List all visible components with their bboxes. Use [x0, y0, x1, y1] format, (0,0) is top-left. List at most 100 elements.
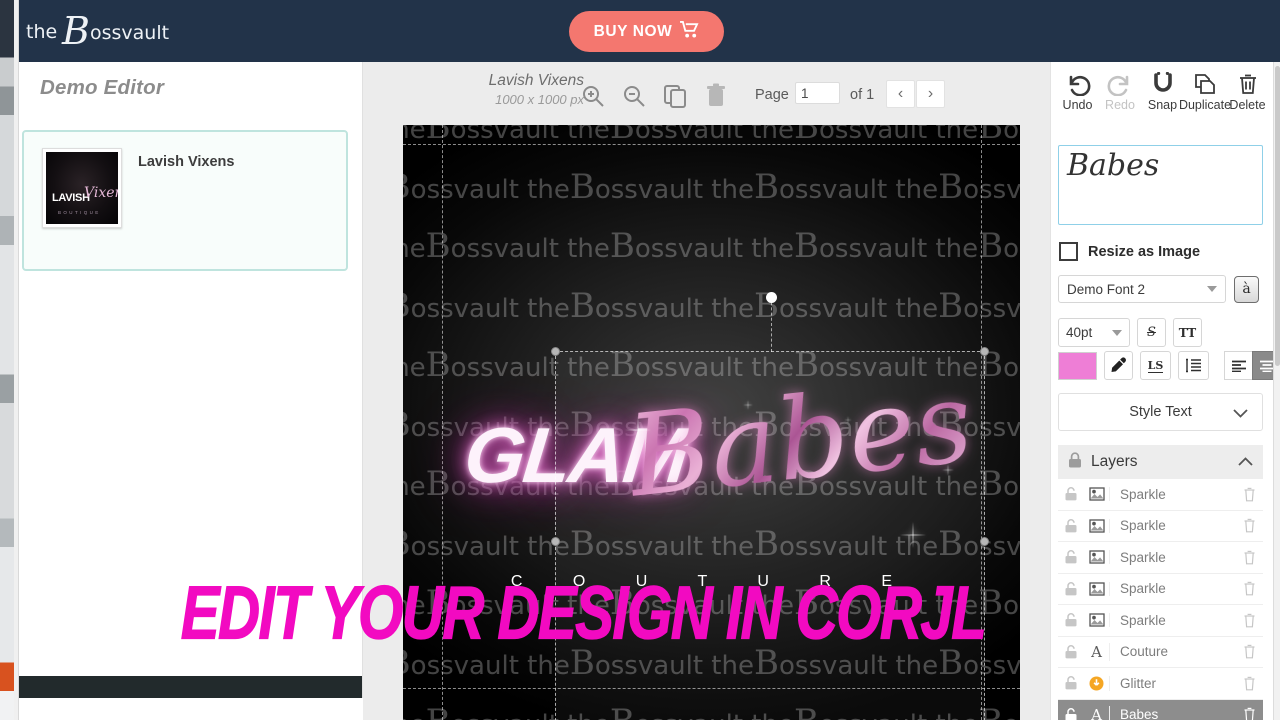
svg-text:B: B [61, 10, 90, 52]
layer-lock-icon[interactable] [1058, 676, 1084, 690]
layer-delete-icon[interactable] [1235, 550, 1263, 565]
document-dimensions: 1000 x 1000 px [495, 92, 584, 107]
layer-delete-icon[interactable] [1235, 613, 1263, 628]
lock-icon [1068, 451, 1082, 473]
layers-header[interactable]: Layers [1058, 445, 1263, 479]
layer-row[interactable]: A Babes [1058, 699, 1263, 720]
layer-name: Sparkle [1120, 612, 1166, 628]
uppercase-label: TT [1178, 325, 1197, 340]
layer-lock-icon[interactable] [1058, 550, 1084, 564]
layer-delete-icon[interactable] [1235, 518, 1263, 533]
resize-handle-tl[interactable] [551, 347, 560, 356]
zoom-out-icon[interactable] [620, 82, 648, 110]
thumbnail-sub-text: BOUTIQUE [58, 210, 101, 215]
eyedropper-icon[interactable] [1104, 351, 1133, 380]
page-scrollbar-thumb[interactable] [1275, 66, 1280, 366]
prev-page-button[interactable]: ‹ [886, 80, 915, 108]
strikethrough-label: S [1147, 325, 1156, 340]
svg-text:ossvault: ossvault [90, 22, 169, 44]
align-left-icon[interactable] [1224, 351, 1253, 380]
page-scrollbar[interactable] [1273, 62, 1280, 720]
buy-now-button[interactable]: BUY NOW [569, 11, 724, 52]
text-color-swatch[interactable] [1058, 351, 1097, 380]
layer-name: Sparkle [1120, 486, 1166, 502]
rotate-handle[interactable] [766, 292, 777, 303]
copy-icon[interactable] [661, 82, 689, 110]
style-text-label: Style Text [1129, 404, 1192, 420]
left-panel-footer-bar [19, 676, 362, 698]
shopping-cart-icon [680, 21, 699, 42]
font-family-select[interactable]: Demo Font 2 [1058, 275, 1226, 303]
adjacent-window-sliver-edge [14, 0, 19, 720]
layer-name: Sparkle [1120, 518, 1166, 534]
chevron-down-icon [1233, 406, 1248, 422]
trash-icon[interactable] [702, 82, 730, 110]
font-size-row: 40pt S TT [1058, 318, 1202, 347]
delete-button[interactable]: Delete [1227, 72, 1268, 112]
resize-as-image-checkbox[interactable] [1059, 242, 1078, 261]
resize-handle-tr[interactable] [980, 347, 989, 356]
letter-spacing-button[interactable]: LS [1140, 351, 1171, 380]
layer-row[interactable]: Sparkle [1058, 510, 1263, 542]
duplicate-button[interactable]: Duplicate [1179, 72, 1231, 112]
resize-as-image-row[interactable]: Resize as Image [1059, 242, 1200, 261]
duplicate-label: Duplicate [1178, 98, 1232, 112]
font-size-select[interactable]: 40pt [1058, 318, 1130, 347]
layer-lock-icon[interactable] [1058, 518, 1084, 533]
strikethrough-button[interactable]: S [1137, 318, 1166, 347]
resize-as-image-label: Resize as Image [1088, 243, 1201, 260]
layer-type-icon [1084, 487, 1110, 502]
layer-row[interactable]: Sparkle [1058, 605, 1263, 637]
canvas-toolbar: Lavish Vixens 1000 x 1000 px Page 1 of 1… [363, 62, 1050, 124]
zoom-in-icon[interactable] [579, 82, 607, 110]
layers-title: Layers [1091, 453, 1138, 470]
layer-delete-icon[interactable] [1235, 676, 1263, 691]
brand-logo[interactable]: the B ossvault [24, 10, 194, 52]
layer-lock-icon[interactable] [1058, 487, 1084, 501]
font-book-icon[interactable]: à [1234, 275, 1259, 303]
layer-row[interactable]: Sparkle [1058, 542, 1263, 574]
design-thumbnail: LAVISH Vixens BOUTIQUE [42, 148, 122, 228]
redo-label: Redo [1105, 98, 1135, 112]
resize-handle-ml[interactable] [551, 537, 560, 546]
layer-row[interactable]: Sparkle [1058, 573, 1263, 605]
layer-type-icon [1084, 613, 1110, 628]
chevron-down-icon [1207, 286, 1217, 292]
style-text-accordion[interactable]: Style Text [1058, 393, 1263, 431]
layer-delete-icon[interactable] [1235, 644, 1263, 659]
snap-label: Snap [1147, 98, 1178, 112]
layer-type-icon: A [1084, 705, 1110, 720]
layer-type-icon [1084, 550, 1110, 565]
layer-name: Sparkle [1120, 581, 1166, 597]
layer-lock-icon[interactable] [1058, 707, 1084, 720]
snap-button[interactable]: Snap [1142, 72, 1183, 112]
design-card[interactable]: LAVISH Vixens BOUTIQUE Lavish Vixens [22, 130, 348, 271]
promo-overlay-text: EDIT YOUR DESIGN IN CORJL [180, 569, 987, 655]
uppercase-button[interactable]: TT [1173, 318, 1202, 347]
top-bar: the B ossvault BUY NOW [14, 0, 1280, 62]
chevron-down-icon [1112, 329, 1122, 336]
undo-button[interactable]: Undo [1057, 72, 1098, 112]
redo-button[interactable]: Redo [1100, 72, 1141, 112]
line-height-icon[interactable] [1178, 351, 1209, 380]
text-content-input[interactable]: Babes [1058, 145, 1263, 225]
layer-name: Sparkle [1120, 549, 1166, 565]
layer-row[interactable]: Sparkle [1058, 479, 1263, 511]
layer-row[interactable]: A Couture [1058, 636, 1263, 668]
layer-type-icon [1084, 518, 1110, 533]
layer-delete-icon[interactable] [1235, 581, 1263, 596]
alignment-group [1224, 351, 1280, 380]
next-page-button[interactable]: › [916, 80, 945, 108]
page-input[interactable] [795, 82, 840, 104]
layer-delete-icon[interactable] [1235, 707, 1263, 720]
resize-handle-mr[interactable] [980, 537, 989, 546]
layer-type-icon [1084, 581, 1110, 596]
app-root: the B ossvault BUY NOW Demo Editor LAVIS… [0, 0, 1280, 720]
page-label: Page [755, 87, 789, 103]
layer-type-icon: A [1084, 642, 1110, 661]
selection-box[interactable] [551, 292, 989, 720]
document-name: Lavish Vixens [488, 72, 584, 89]
layer-row[interactable]: Glitter [1058, 668, 1263, 700]
layer-delete-icon[interactable] [1235, 487, 1263, 502]
page-total-label: of 1 [850, 87, 875, 103]
